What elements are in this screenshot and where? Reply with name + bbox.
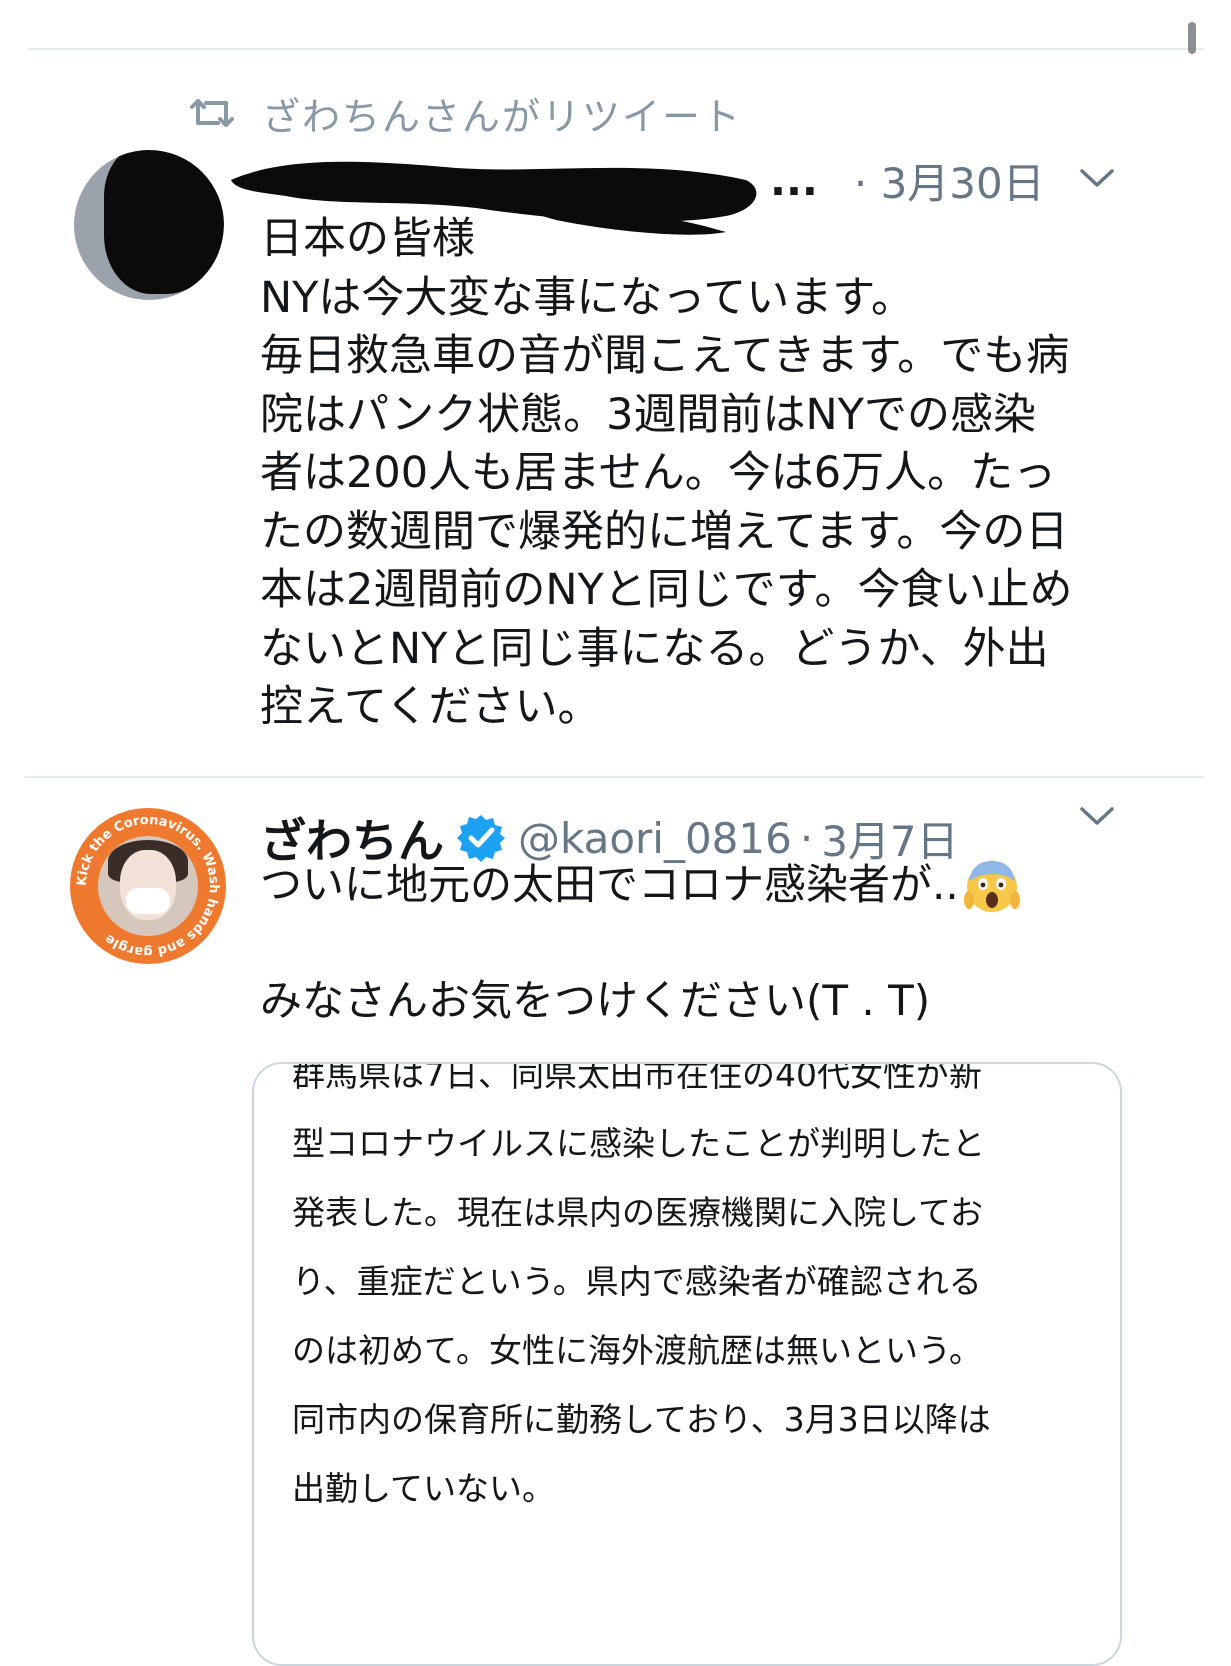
avatar[interactable]: [74, 150, 224, 300]
tweet-text-line: 控えてください。: [260, 682, 601, 732]
quote-text-line: 出勤していない。: [292, 1469, 556, 1508]
chevron-down-icon[interactable]: [1078, 804, 1116, 828]
retweet-label: ざわちんさんがリツイート: [262, 94, 743, 139]
tweet-text-line: ないとNYと同じ事になる。どうか、外出: [260, 623, 1049, 674]
tweet-text-line: 本は2週間前のNYと同じです。今食い止め: [260, 565, 1073, 615]
retweet-context[interactable]: ざわちんさんがリツイート: [188, 88, 743, 139]
tweet-text-line: NYは今大変な事になっています。: [260, 272, 914, 323]
tweet-text-line: みなさんお気をつけください(T . T): [260, 976, 931, 1025]
tweet2-text-line1: ついに地元の太田でコロナ感染者が..: [260, 856, 1021, 914]
tweet-text-line: 日本の皆様: [260, 214, 475, 264]
retweet-icon: [190, 99, 234, 127]
quote-text-line: のは初めて。女性に海外渡航歴は無いという。: [292, 1331, 983, 1370]
quote-text-line: 型コロナウイルスに感染したことが判明したと: [292, 1124, 985, 1163]
avatar[interactable]: Kick the Coronavirus. Wash hands and gar…: [70, 808, 226, 964]
quote-text-line: 発表した。現在は県内の医療機関に入院してお: [292, 1193, 984, 1232]
tweet1-text: 日本の皆様 NYは今大変な事になっています。 毎日救急車の音が聞こえてきます。で…: [260, 210, 1073, 737]
top-divider: [28, 48, 1204, 50]
quoted-article-card[interactable]: 群馬県は7日、同県太田市在住の40代女性が新 型コロナウイルスに感染したことが判…: [252, 1062, 1122, 1666]
tweet-text-line: 毎日救急車の音が聞こえてきます。でも病: [260, 331, 1070, 381]
tweet1-meta: ... · 3月30日: [770, 150, 1045, 210]
tweet-text-line: 院はパンク状態。3週間前はNYでの感染: [260, 389, 1036, 440]
quote-text-line: 同市内の保育所に勤務しており、3月3日以降は: [292, 1400, 991, 1439]
tweet-text-line: たの数週間で爆発的に増えてます。今の日: [260, 506, 1069, 557]
quote-text-line: り、重症だという。県内で感染者が確認される: [292, 1262, 982, 1301]
tweet-divider: [24, 776, 1204, 778]
scrollbar-thumb[interactable]: [1188, 22, 1196, 54]
tweet-date[interactable]: · 3月30日: [854, 150, 1045, 211]
author-name-truncated[interactable]: ...: [770, 156, 818, 205]
tweet-text-line: ついに地元の太田でコロナ感染者が..: [260, 860, 959, 909]
quoted-article-text: 群馬県は7日、同県太田市在住の40代女性が新 型コロナウイルスに感染したことが判…: [292, 1062, 991, 1523]
chevron-down-icon[interactable]: [1078, 166, 1116, 190]
tweet-text-line: 者は200人も居ません。今は6万人。たっ: [260, 448, 1057, 498]
quote-text-line: 群馬県は7日、同県太田市在住の40代女性が新: [292, 1062, 982, 1094]
screaming-face-emoji: [963, 861, 1020, 912]
